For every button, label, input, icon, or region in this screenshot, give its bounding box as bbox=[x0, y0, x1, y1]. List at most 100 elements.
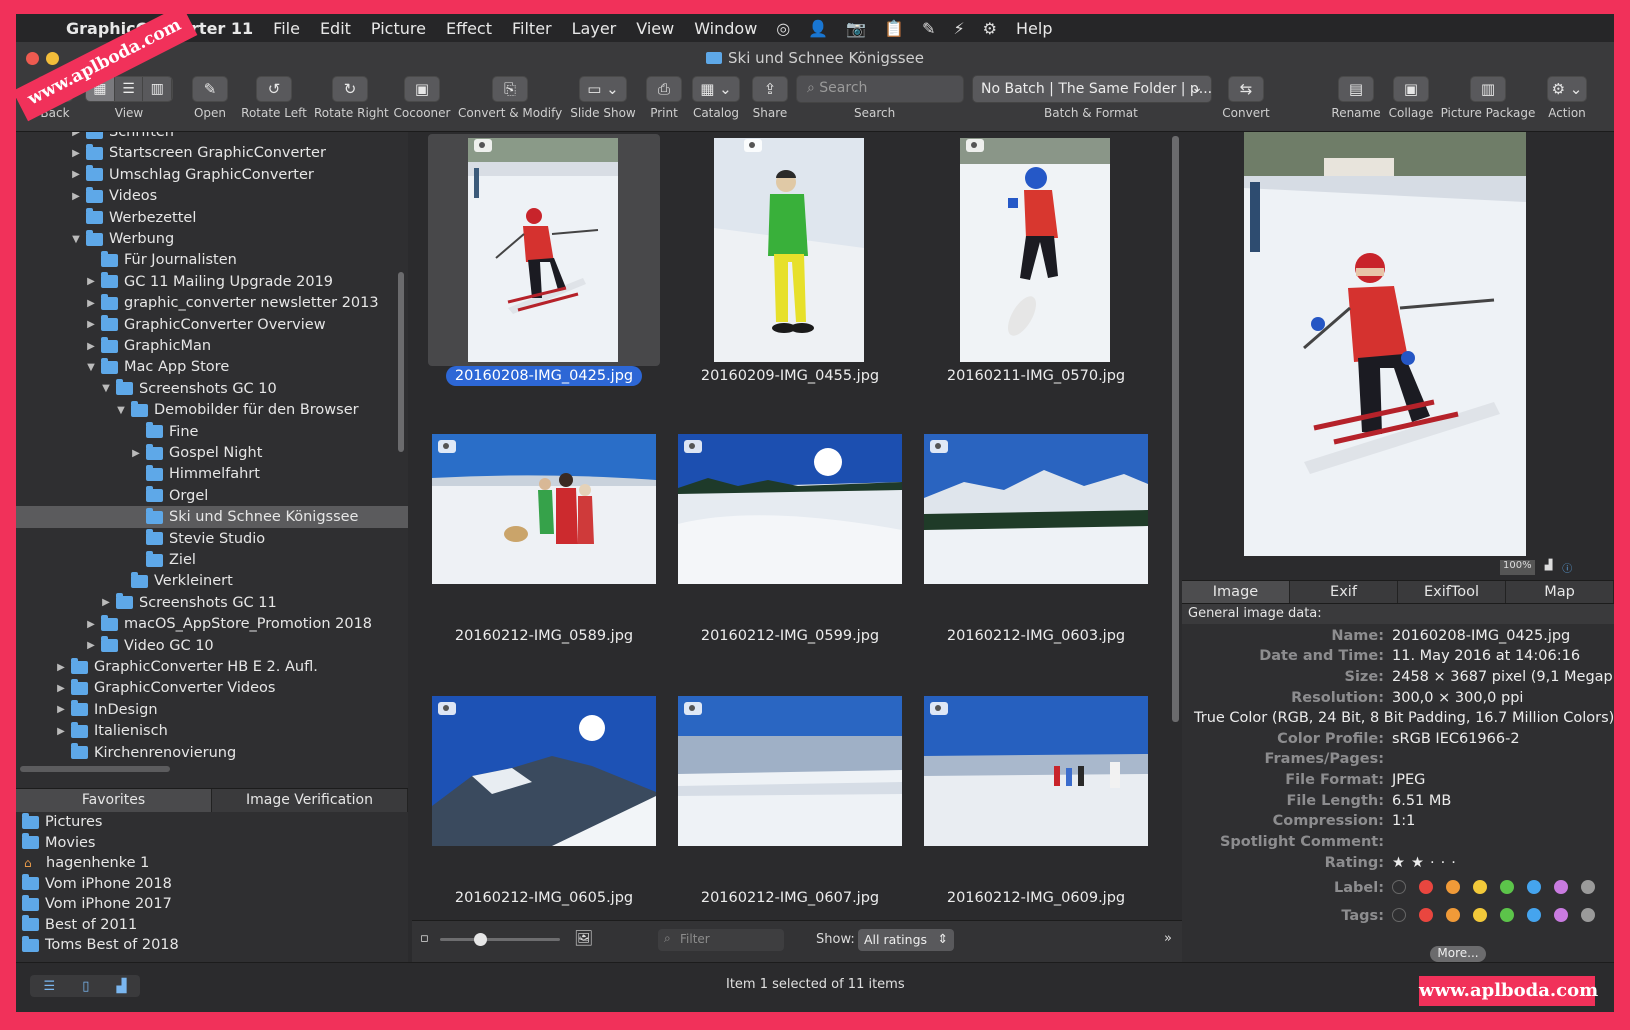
pen-icon[interactable]: ✎ bbox=[913, 19, 944, 38]
share-icon[interactable]: ⇪ bbox=[752, 76, 788, 102]
thumbnail-image[interactable] bbox=[678, 696, 902, 846]
thumbnail-cell[interactable]: 20160212-IMG_0603.jpg bbox=[920, 432, 1152, 682]
tree-item[interactable]: Orgel bbox=[16, 485, 408, 507]
share-button[interactable]: ⇪ Share bbox=[748, 76, 792, 120]
color-dot[interactable] bbox=[1527, 880, 1541, 894]
disclosure-closed-icon[interactable]: ▶ bbox=[130, 448, 142, 459]
tree-item[interactable]: ▶ Startscreen GraphicConverter bbox=[16, 142, 408, 164]
convert-icon[interactable]: ⇆ bbox=[1228, 76, 1264, 102]
thumbnail-image[interactable] bbox=[960, 138, 1110, 362]
tree-item[interactable]: ▶ Umschlag GraphicConverter bbox=[16, 164, 408, 186]
thumbnail-cell[interactable]: 20160212-IMG_0607.jpg bbox=[674, 694, 906, 920]
small-thumb-icon[interactable]: ▫ bbox=[420, 931, 429, 946]
disclosure-open-icon[interactable]: ▼ bbox=[100, 383, 112, 394]
tree-item[interactable]: Werbezettel bbox=[16, 207, 408, 229]
target-icon[interactable]: ◎ bbox=[767, 19, 799, 38]
disclosure-closed-icon[interactable]: ▶ bbox=[85, 298, 97, 309]
tab-image[interactable]: Image bbox=[1182, 581, 1290, 603]
menu-help[interactable]: Help bbox=[1006, 19, 1062, 38]
favorite-item[interactable]: Vom iPhone 2018 bbox=[16, 874, 408, 895]
thumbnail-cell[interactable]: 20160212-IMG_0599.jpg bbox=[674, 432, 906, 682]
menu-layer[interactable]: Layer bbox=[562, 19, 627, 38]
no-label-icon[interactable] bbox=[1392, 880, 1406, 894]
tab-exiftool[interactable]: ExifTool bbox=[1398, 581, 1506, 603]
folder-tree[interactable]: ▶ Schriften ▶ Startscreen GraphicConverter ▶… bbox=[16, 132, 408, 788]
tree-item[interactable]: ▶ Screenshots GC 11 bbox=[16, 592, 408, 614]
slide-show-button[interactable]: ▭ ⌄ Slide Show bbox=[568, 76, 638, 120]
disclosure-closed-icon[interactable]: ▶ bbox=[55, 662, 67, 673]
color-dot[interactable] bbox=[1554, 908, 1568, 922]
tab-favorites[interactable]: Favorites bbox=[16, 789, 212, 812]
disclosure-closed-icon[interactable]: ▶ bbox=[70, 148, 82, 159]
favorite-item[interactable]: Vom iPhone 2017 bbox=[16, 894, 408, 915]
person-icon[interactable]: 👤 bbox=[799, 19, 837, 38]
color-dot[interactable] bbox=[1473, 880, 1487, 894]
favorite-item[interactable]: ⌂ hagenhenke 1 bbox=[16, 853, 408, 874]
tree-item[interactable]: Fine bbox=[16, 421, 408, 443]
favorite-item[interactable]: Toms Best of 2018 bbox=[16, 935, 408, 956]
picture-package-button[interactable]: ▥ Picture Package bbox=[1440, 76, 1536, 120]
thumbnail-cell[interactable]: 20160212-IMG_0589.jpg bbox=[428, 432, 660, 682]
tree-item[interactable]: ▶ Video GC 10 bbox=[16, 635, 408, 657]
filmstrip-view-icon[interactable]: ▥ bbox=[143, 77, 172, 101]
tab-exif[interactable]: Exif bbox=[1290, 581, 1398, 603]
color-dot[interactable] bbox=[1419, 880, 1433, 894]
label-colors[interactable] bbox=[1392, 880, 1608, 896]
color-dot[interactable] bbox=[1554, 880, 1568, 894]
convert-modify-button[interactable]: ⎘ Convert & Modify bbox=[458, 76, 562, 120]
tree-item[interactable]: ▶ GC 11 Mailing Upgrade 2019 bbox=[16, 271, 408, 293]
rotate-left-icon[interactable]: ↺ bbox=[256, 76, 292, 102]
color-dot[interactable] bbox=[1446, 908, 1460, 922]
collage-icon[interactable]: ▣ bbox=[1393, 76, 1429, 102]
tree-item[interactable]: Kirchenrenovierung bbox=[16, 742, 408, 764]
cocooner-icon[interactable]: ▣ bbox=[404, 76, 440, 102]
gear-icon[interactable]: ⚙ ⌄ bbox=[1547, 76, 1587, 102]
rating-filter-select[interactable]: All ratings ⇕ bbox=[858, 929, 954, 951]
tree-item[interactable]: Ziel bbox=[16, 549, 408, 571]
preview-image[interactable] bbox=[1244, 132, 1526, 556]
tree-item[interactable]: Himmelfahrt bbox=[16, 463, 408, 485]
catalog-icon[interactable]: ▦ ⌄ bbox=[692, 76, 740, 102]
star-filled-icon[interactable]: ★ bbox=[1392, 855, 1411, 871]
thumbnail-image[interactable] bbox=[924, 434, 1148, 584]
info-icon[interactable]: ⓘ bbox=[1562, 560, 1572, 575]
tree-item[interactable]: ▶ GraphicMan bbox=[16, 335, 408, 357]
menu-edit[interactable]: Edit bbox=[310, 19, 361, 38]
printer-icon[interactable]: ⎙ bbox=[646, 76, 682, 102]
picture-package-icon[interactable]: ▥ bbox=[1470, 76, 1506, 102]
batch-format-select[interactable]: No Batch | The Same Folder | p... ⌄ bbox=[972, 75, 1212, 103]
thumbnail-image[interactable] bbox=[432, 434, 656, 584]
camera-icon[interactable]: 📷 bbox=[837, 19, 875, 38]
clipboard-icon[interactable]: 📋 bbox=[875, 19, 913, 38]
tree-item[interactable]: ▼ Demobilder für den Browser bbox=[16, 399, 408, 421]
search-input[interactable]: ⌕ Search bbox=[796, 75, 964, 103]
color-dot[interactable] bbox=[1446, 880, 1460, 894]
tree-item[interactable]: ▶ macOS_AppStore_Promotion 2018 bbox=[16, 613, 408, 635]
favorite-item[interactable]: Best of 2011 bbox=[16, 915, 408, 936]
tree-item[interactable]: ▼ Screenshots GC 10 bbox=[16, 378, 408, 400]
print-button[interactable]: ⎙ Print bbox=[644, 76, 684, 120]
disclosure-closed-icon[interactable]: ▶ bbox=[85, 319, 97, 330]
expand-icon[interactable]: » bbox=[1164, 931, 1172, 946]
action-button[interactable]: ⚙ ⌄ Action bbox=[1542, 76, 1592, 120]
tree-scrollbar[interactable] bbox=[398, 272, 404, 452]
tree-item[interactable]: Ski und Schnee Königssee bbox=[16, 506, 408, 529]
tree-item[interactable]: ▶ Schriften bbox=[16, 132, 408, 143]
disclosure-closed-icon[interactable]: ▶ bbox=[55, 726, 67, 737]
tree-item[interactable]: ▶ GraphicConverter Videos bbox=[16, 677, 408, 699]
cocooner-button[interactable]: ▣ Cocooner bbox=[390, 76, 454, 120]
disclosure-closed-icon[interactable]: ▶ bbox=[70, 132, 82, 138]
color-dot[interactable] bbox=[1473, 908, 1487, 922]
tree-item[interactable]: ▶ GraphicConverter Overview bbox=[16, 314, 408, 336]
disclosure-open-icon[interactable]: ▼ bbox=[115, 405, 127, 416]
thumbnail-image[interactable] bbox=[468, 138, 618, 362]
color-dot[interactable] bbox=[1500, 880, 1514, 894]
disclosure-closed-icon[interactable]: ▶ bbox=[100, 597, 112, 608]
disclosure-closed-icon[interactable]: ▶ bbox=[55, 704, 67, 715]
tab-map[interactable]: Map bbox=[1506, 581, 1614, 603]
gear-icon[interactable]: ⚙ bbox=[974, 19, 1006, 38]
tree-item[interactable]: ▶ Italienisch bbox=[16, 720, 408, 742]
convert-button[interactable]: ⇆ Convert bbox=[1216, 76, 1276, 120]
disclosure-closed-icon[interactable]: ▶ bbox=[85, 276, 97, 287]
color-dot[interactable] bbox=[1581, 908, 1595, 922]
